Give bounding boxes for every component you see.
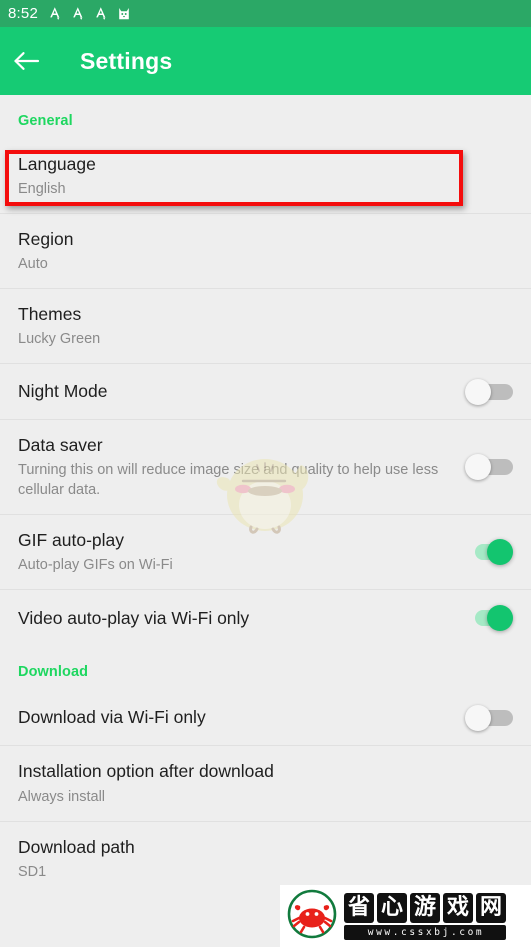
alarm-a-icon bbox=[94, 6, 108, 21]
status-bar-clock: 8:52 bbox=[8, 5, 38, 22]
video-autoplay-toggle[interactable] bbox=[465, 605, 513, 632]
data-saver-toggle[interactable] bbox=[465, 454, 513, 481]
robot-cat-icon bbox=[117, 6, 131, 21]
status-bar: 8:52 bbox=[0, 0, 531, 27]
alarm-a-icon bbox=[48, 6, 62, 21]
row-text: Data saver Turning this on will reduce i… bbox=[18, 434, 465, 500]
site-wordmark: 省 心 游 戏 网 www.cssxbj.com bbox=[344, 892, 506, 940]
logo-char: 省 bbox=[344, 892, 374, 923]
page-title: Settings bbox=[80, 47, 173, 74]
row-title: Night Mode bbox=[18, 381, 108, 402]
app-bar: Settings bbox=[0, 27, 531, 95]
row-title: Language bbox=[18, 154, 96, 174]
row-subtitle: English bbox=[18, 181, 66, 198]
settings-row-video-autoplay[interactable]: Video auto-play via Wi-Fi only bbox=[0, 590, 531, 647]
toggle-thumb bbox=[487, 605, 513, 632]
settings-row-installation-option[interactable]: Installation option after download Alway… bbox=[0, 746, 531, 822]
section-header-download: Download bbox=[18, 664, 89, 681]
crab-logo-icon bbox=[286, 888, 338, 945]
row-title: Download path bbox=[18, 836, 135, 857]
row-text: Installation option after download Alway… bbox=[18, 760, 513, 806]
toggle-thumb bbox=[465, 704, 491, 731]
row-title: Themes bbox=[18, 304, 82, 325]
row-text: Download path SD1 bbox=[18, 836, 513, 882]
row-text: Language English bbox=[18, 153, 513, 199]
site-name-characters: 省 心 游 戏 网 bbox=[344, 892, 506, 923]
back-arrow-icon bbox=[13, 50, 40, 72]
settings-row-download-path[interactable]: Download path SD1 bbox=[0, 821, 531, 896]
row-subtitle: Auto-play GIFs on Wi-Fi bbox=[18, 557, 173, 574]
row-text: Download via Wi-Fi only bbox=[18, 706, 465, 729]
settings-row-gif-autoplay[interactable]: GIF auto-play Auto-play GIFs on Wi-Fi bbox=[0, 515, 531, 591]
row-text: Region Auto bbox=[18, 228, 513, 274]
row-text: Themes Lucky Green bbox=[18, 303, 513, 349]
row-title: Download via Wi-Fi only bbox=[18, 707, 206, 728]
site-url: www.cssxbj.com bbox=[344, 924, 506, 940]
settings-row-region[interactable]: Region Auto bbox=[0, 214, 531, 290]
row-text: Video auto-play via Wi-Fi only bbox=[18, 607, 465, 630]
row-title: Data saver bbox=[18, 435, 103, 456]
alarm-a-icon bbox=[71, 6, 85, 21]
settings-row-data-saver[interactable]: Data saver Turning this on will reduce i… bbox=[0, 420, 531, 516]
row-title: Video auto-play via Wi-Fi only bbox=[18, 607, 250, 628]
row-text: GIF auto-play Auto-play GIFs on Wi-Fi bbox=[18, 529, 465, 575]
gif-autoplay-toggle[interactable] bbox=[465, 539, 513, 566]
row-text: Night Mode bbox=[18, 380, 465, 403]
logo-char: 游 bbox=[410, 892, 440, 923]
row-title: Installation option after download bbox=[18, 761, 274, 782]
toggle-thumb bbox=[465, 454, 491, 481]
row-subtitle: Auto bbox=[18, 256, 48, 273]
row-title: Region bbox=[18, 229, 74, 250]
logo-char: 心 bbox=[377, 892, 407, 923]
row-subtitle: SD1 bbox=[18, 863, 47, 880]
toggle-thumb bbox=[487, 539, 513, 566]
download-wifi-toggle[interactable] bbox=[465, 704, 513, 731]
settings-row-themes[interactable]: Themes Lucky Green bbox=[0, 289, 531, 365]
logo-char: 戏 bbox=[443, 892, 473, 923]
logo-char: 网 bbox=[476, 892, 506, 923]
settings-row-night-mode[interactable]: Night Mode bbox=[0, 364, 531, 421]
row-title: GIF auto-play bbox=[18, 530, 125, 551]
back-button[interactable] bbox=[0, 27, 52, 95]
row-subtitle: Always install bbox=[18, 788, 106, 805]
settings-list: General Language English Region Auto The… bbox=[0, 95, 531, 896]
row-subtitle: Turning this on will reduce image size a… bbox=[18, 462, 439, 499]
section-header-general: General bbox=[18, 113, 73, 129]
toggle-thumb bbox=[465, 378, 491, 405]
settings-row-download-wifi-only[interactable]: Download via Wi-Fi only bbox=[0, 690, 531, 747]
status-bar-icons bbox=[48, 6, 131, 21]
row-subtitle: Lucky Green bbox=[18, 331, 101, 348]
settings-row-language[interactable]: Language English bbox=[0, 139, 531, 215]
night-mode-toggle[interactable] bbox=[465, 378, 513, 405]
